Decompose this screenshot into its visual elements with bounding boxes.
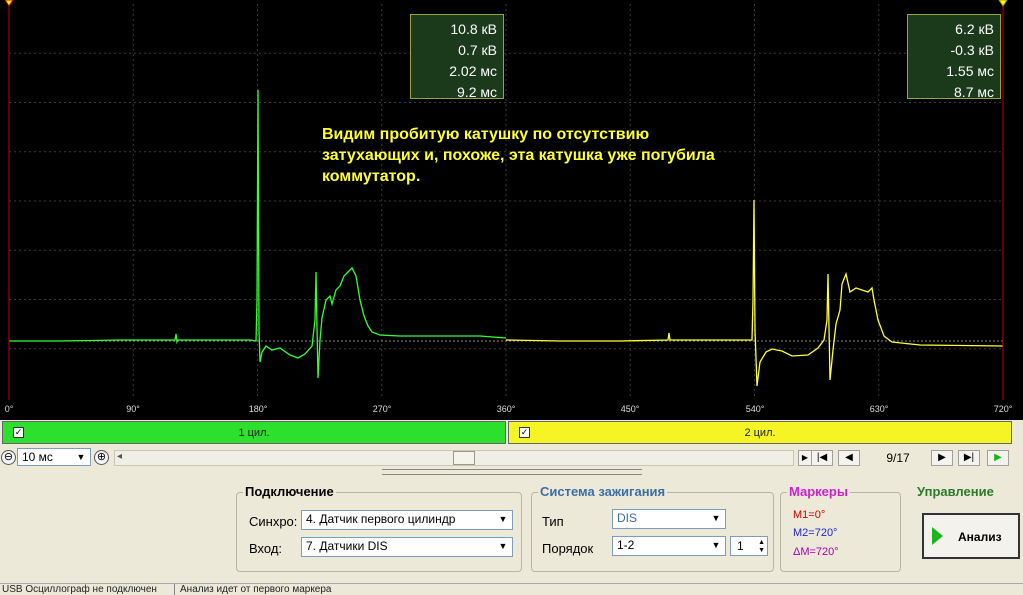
status-analysis: Анализ идет от первого маркера [180, 584, 332, 595]
sync-value: 4. Датчик первого цилиндр [306, 512, 456, 526]
peak-voltage: 6.2 кВ [955, 21, 994, 37]
order-label: Порядок [542, 541, 594, 556]
chevron-down-icon: ▼ [498, 541, 508, 551]
ignition-type-select[interactable]: DIS ▼ [612, 509, 726, 529]
cylinder-1-label: 1 цил. [238, 426, 270, 439]
timebase-select[interactable]: 10 мс ▼ [17, 448, 91, 466]
type-label: Тип [542, 514, 564, 529]
cylinder-1-bar[interactable]: ✓ 1 цил. [2, 421, 506, 444]
waveform-cylinder-2 [505, 199, 1004, 387]
status-connection: USB Осциллограф не подключен [2, 584, 157, 595]
cylinder-2-bar[interactable]: ✓ 2 цил. [508, 421, 1012, 444]
page-counter: 9/17 [886, 451, 910, 465]
markers-title: Маркеры [787, 484, 850, 499]
marker-delta: ΔM=720° [793, 546, 839, 558]
input-value: 7. Датчики DIS [306, 539, 388, 553]
panel-splitter[interactable] [382, 469, 642, 475]
axis-tick: 0° [4, 404, 14, 414]
zoom-in-button[interactable]: ⊕ [94, 450, 109, 465]
oscilloscope-app: 10.8 кВ 0.7 кВ 2.02 мс 9.2 мс 6.2 кВ -0.… [0, 0, 1023, 595]
scrollbar-thumb[interactable] [453, 451, 475, 465]
axis-tick: 540° [745, 404, 765, 414]
analyze-label: Анализ [958, 530, 1002, 544]
markers-group: Маркеры M1=0° M2=720° ΔM=720° [780, 484, 901, 572]
ignition-group: Система зажигания Тип DIS ▼ Порядок 1-2 … [531, 484, 774, 572]
status-bar: USB Осциллограф не подключен Анализ идет… [0, 583, 1023, 595]
axis-tick: 720° [993, 404, 1013, 414]
sync-label: Синхро: [249, 514, 298, 529]
burn-time: 1.55 мс [946, 63, 994, 79]
measurement-box-cyl1: 10.8 кВ 0.7 кВ 2.02 мс 9.2 мс [410, 14, 504, 100]
axis-tick: 180° [248, 404, 268, 414]
axis-tick: 450° [620, 404, 640, 414]
peak-voltage: 10.8 кВ [450, 21, 497, 37]
timebase-value: 10 мс [22, 450, 53, 464]
cylinder-2-label: 2 цил. [744, 426, 776, 439]
scope-display[interactable]: 10.8 кВ 0.7 кВ 2.02 мс 9.2 мс 6.2 кВ -0.… [0, 0, 1023, 400]
marker-m2-handle [998, 0, 1008, 7]
horizontal-scrollbar[interactable]: ◂ [114, 450, 794, 466]
cylinder-2-checkbox[interactable]: ✓ [519, 427, 530, 438]
burn-time: 2.02 мс [449, 63, 497, 79]
order-spinner-value: 1 [737, 539, 744, 553]
chevron-down-icon: ▼ [498, 514, 508, 524]
marker-m2: M2=720° [793, 527, 838, 539]
order-spinner[interactable]: 1 ▲ ▼ [730, 536, 768, 556]
marker-m1-handle [4, 0, 14, 7]
last-page-button[interactable]: ▶| [958, 450, 980, 466]
connection-title: Подключение [243, 484, 336, 499]
spinner-down-icon[interactable]: ▼ [758, 547, 765, 554]
scroll-left-icon[interactable]: ◂ [117, 451, 122, 462]
play-button[interactable]: ▶ [987, 450, 1009, 466]
next-page-button[interactable]: ▶ [931, 450, 953, 466]
dwell-time: 9.2 мс [457, 84, 497, 100]
axis-tick: 360° [496, 404, 516, 414]
ignition-title: Система зажигания [538, 484, 668, 499]
degree-axis: 0° 90° 180° 270° 360° 450° 540° 630° 720… [0, 400, 1023, 420]
cylinder-1-checkbox[interactable]: ✓ [13, 427, 24, 438]
firing-order-value: 1-2 [617, 538, 635, 552]
chevron-down-icon: ▼ [711, 540, 721, 550]
axis-tick: 90° [126, 404, 140, 414]
input-select[interactable]: 7. Датчики DIS ▼ [301, 537, 513, 557]
input-label: Вход: [249, 541, 283, 556]
marker-m1: M1=0° [793, 509, 826, 521]
analyze-button[interactable]: Анализ [922, 513, 1020, 559]
first-page-button[interactable]: |◀ [811, 450, 833, 466]
spinner-up-icon[interactable]: ▲ [758, 539, 765, 546]
measurement-box-cyl2: 6.2 кВ -0.3 кВ 1.55 мс 8.7 мс [907, 14, 1001, 100]
firing-order-select[interactable]: 1-2 ▼ [612, 536, 726, 556]
navigation-row: ⊖ 10 мс ▼ ⊕ ◂ ▶ |◀ ◀ 9/17 ▶ ▶| ▶ [0, 447, 1023, 468]
burn-voltage: 0.7 кВ [458, 42, 497, 58]
connection-group: Подключение Синхро: 4. Датчик первого ци… [236, 484, 522, 572]
ignition-type-value: DIS [617, 511, 638, 525]
axis-tick: 270° [372, 404, 392, 414]
scroll-right-button[interactable]: ▶ [798, 450, 812, 466]
prev-page-button[interactable]: ◀ [838, 450, 860, 466]
control-title: Управление [915, 484, 996, 499]
sync-select[interactable]: 4. Датчик первого цилиндр ▼ [301, 510, 513, 530]
burn-voltage: -0.3 кВ [950, 42, 994, 58]
dwell-time: 8.7 мс [954, 84, 994, 100]
chevron-down-icon: ▼ [76, 452, 86, 462]
annotation-note: Видим пробитую катушку по отсутствию зат… [322, 126, 715, 185]
play-icon [932, 527, 943, 545]
chevron-down-icon: ▼ [711, 513, 721, 523]
axis-tick: 630° [869, 404, 889, 414]
waveform-canvas[interactable] [0, 0, 1023, 400]
zoom-out-button[interactable]: ⊖ [1, 450, 16, 465]
status-separator [174, 584, 175, 595]
